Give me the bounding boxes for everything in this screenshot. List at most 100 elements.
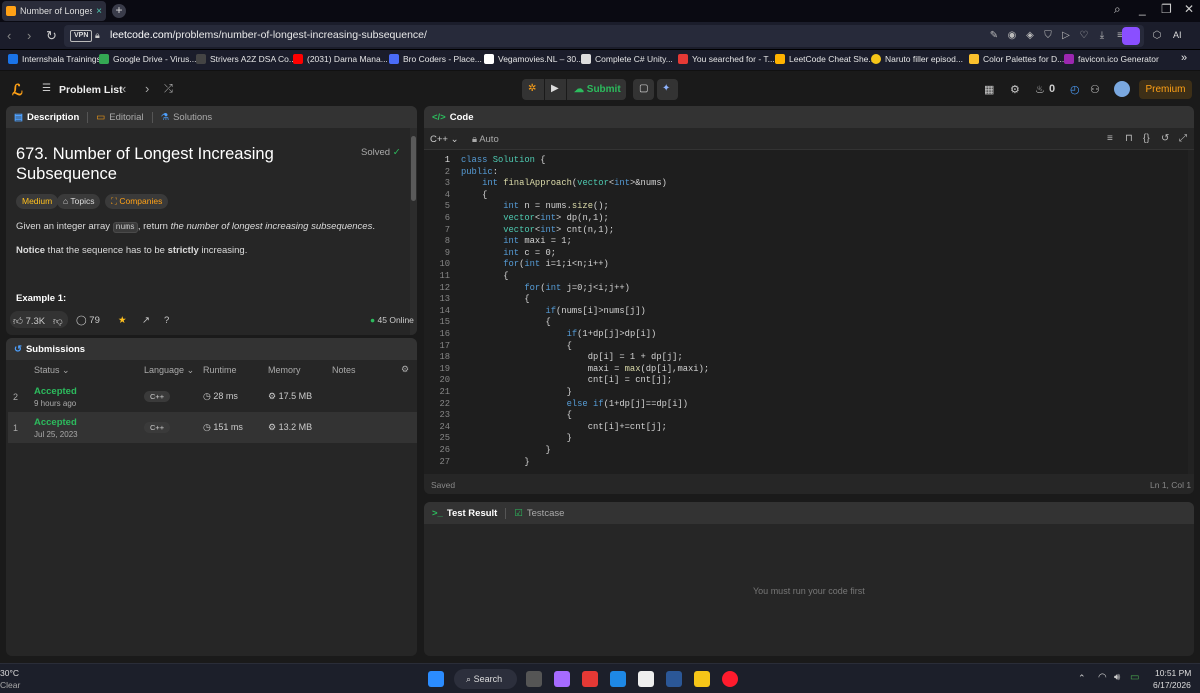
submit-button[interactable]: ☁ Submit <box>567 79 626 100</box>
code-line[interactable]: 2 public: <box>0 167 1190 179</box>
code-line[interactable]: 20 cnt[i] = cnt[j]; <box>0 375 1190 387</box>
bookmark-item[interactable]: Strivers A2Z DSA Co... <box>196 54 296 64</box>
file-explorer-icon[interactable] <box>694 671 710 687</box>
code-line[interactable]: 14 if(nums[i]>nums[j]) <box>0 306 1190 318</box>
url-text[interactable]: leetcode.com/problems/number-of-longest-… <box>110 29 427 41</box>
opera-icon[interactable] <box>722 671 738 687</box>
cube-icon[interactable]: ⬡ <box>1151 30 1163 42</box>
code-line[interactable]: 1 class Solution { <box>0 155 1190 167</box>
premium-button[interactable]: Premium <box>1139 80 1192 99</box>
code-line[interactable]: 25 } <box>0 433 1190 445</box>
layout-icon[interactable]: ▦ <box>984 83 994 96</box>
download-icon[interactable]: ⤓ <box>1096 30 1108 42</box>
volume-icon[interactable]: 🔊︎ <box>1114 672 1120 683</box>
code-line[interactable]: 10 for(int i=1;i<n;i++) <box>0 259 1190 271</box>
code-line[interactable]: 21 } <box>0 387 1190 399</box>
prev-problem-icon[interactable]: ‹ <box>122 81 126 96</box>
avatar[interactable] <box>1114 81 1130 97</box>
tab-testcase[interactable]: ☑ Testcase <box>506 502 572 524</box>
new-tab-button[interactable]: + <box>112 4 126 18</box>
forward-icon[interactable]: › <box>27 28 31 43</box>
bookmark-item[interactable]: Color Palettes for D... <box>969 54 1064 64</box>
restore-icon[interactable]: ❐ <box>1161 2 1172 16</box>
url-field[interactable]: VPN 🔒︎ leetcode.com/problems/number-of-l… <box>64 25 1144 47</box>
code-line[interactable]: 22 else if(1+dp[j]==dp[i]) <box>0 399 1190 411</box>
tab-editorial[interactable]: ▭ Editorial <box>88 106 151 128</box>
bookmark-item[interactable]: Google Drive - Virus... <box>99 54 196 64</box>
code-line[interactable]: 9 int c = 0; <box>0 248 1190 260</box>
app-icon[interactable] <box>582 671 598 687</box>
reload-icon[interactable]: ↻ <box>46 28 57 44</box>
language-select[interactable]: C++ ⌄ <box>430 134 459 145</box>
lock-icon[interactable]: 🔒︎ <box>95 30 100 41</box>
settings-icon[interactable]: ⚙ <box>1010 83 1020 96</box>
code-line[interactable]: 18 dp[i] = 1 + dp[j]; <box>0 352 1190 364</box>
weather-temp[interactable]: 30°C <box>0 668 19 678</box>
task-view-icon[interactable] <box>526 671 542 687</box>
bookmark-item[interactable]: Vegamovies.NL – 30... <box>484 54 583 64</box>
code-line[interactable]: 24 cnt[i]+=cnt[j]; <box>0 422 1190 434</box>
word-icon[interactable] <box>666 671 682 687</box>
tab-test-result[interactable]: >_ Test Result <box>424 502 505 524</box>
tab-solutions[interactable]: ⚗ Solutions <box>153 106 221 128</box>
code-line[interactable]: 11 { <box>0 271 1190 283</box>
reset-icon[interactable]: ↺ <box>1161 133 1169 144</box>
close-window-icon[interactable]: ✕ <box>1184 2 1194 16</box>
windows-start-icon[interactable] <box>428 671 444 687</box>
code-line[interactable]: 7 vector<int> cnt(n,1); <box>0 225 1190 237</box>
code-line[interactable]: 15 { <box>0 317 1190 329</box>
code-line[interactable]: 5 int n = nums.size(); <box>0 201 1190 213</box>
code-line[interactable]: 8 int maxi = 1; <box>0 236 1190 248</box>
bookmark-item[interactable]: LeetCode Cheat She... <box>775 54 875 64</box>
auto-mode[interactable]: 🔒︎ Auto <box>472 134 499 145</box>
bookmark-item[interactable]: Internshala Trainings <box>8 54 101 64</box>
taskbar-search[interactable]: ⌕ Search <box>454 669 517 689</box>
store-icon[interactable] <box>638 671 654 687</box>
code-line[interactable]: 23 { <box>0 410 1190 422</box>
shuffle-icon[interactable]: ⤮ <box>164 83 173 96</box>
code-editor[interactable]: 1 class Solution {2 public: 3 int finalAppr… <box>0 155 1190 475</box>
code-line[interactable]: 17 { <box>0 341 1190 353</box>
fire-icon[interactable]: ♨ <box>1035 83 1045 96</box>
tab-code[interactable]: </> Code <box>424 106 482 128</box>
ai-button[interactable]: AI <box>1173 30 1182 40</box>
clock-time[interactable]: 10:51 PM <box>1155 668 1191 678</box>
bookmark-item[interactable]: (2031) Darna Mana... <box>293 54 388 64</box>
code-line[interactable]: 19 maxi = max(dp[i],maxi); <box>0 364 1190 376</box>
play-icon[interactable]: ▷ <box>1060 30 1072 42</box>
camera-icon[interactable]: ◉ <box>1006 30 1018 42</box>
notes-button[interactable]: ▢ <box>633 79 654 100</box>
expand-icon[interactable]: ⤢ <box>1179 133 1187 144</box>
bookmark-item[interactable]: You searched for - T... <box>678 54 775 64</box>
code-line[interactable]: 12 for(int j=0;j<i;j++) <box>0 283 1190 295</box>
back-icon[interactable]: ‹ <box>7 28 11 43</box>
code-line[interactable]: 13 { <box>0 294 1190 306</box>
next-problem-icon[interactable]: › <box>145 81 149 96</box>
ai-assist-button[interactable]: ✦ <box>657 79 678 100</box>
add-user-icon[interactable]: ⚇ <box>1090 83 1100 96</box>
copilot-icon[interactable] <box>554 671 570 687</box>
browser-tab-active[interactable]: Number of Longest In × <box>2 1 106 21</box>
vpn-badge[interactable]: VPN <box>70 30 93 42</box>
close-tab-icon[interactable]: × <box>92 6 106 17</box>
profile-icon[interactable] <box>1122 27 1140 45</box>
tab-description[interactable]: ▤ Description <box>6 106 87 128</box>
bookmark-icon[interactable]: ⊓ <box>1125 133 1133 144</box>
code-line[interactable]: 16 if(1+dp[j]>dp[i]) <box>0 329 1190 341</box>
timer-icon[interactable]: ◴ <box>1070 83 1080 96</box>
bookmark-item[interactable]: Complete C# Unity... <box>581 54 673 64</box>
edit-icon[interactable]: ✎ <box>988 30 1000 42</box>
code-line[interactable]: 26 } <box>0 445 1190 457</box>
bookmark-item[interactable]: favicon.ico Generator <box>1064 54 1159 64</box>
chevron-up-icon[interactable]: ⌃ <box>1078 673 1086 684</box>
code-line[interactable]: 3 int finalApproach(vector<int>&nums) <box>0 178 1190 190</box>
outlook-icon[interactable] <box>610 671 626 687</box>
wifi-icon[interactable]: ◠ <box>1098 672 1107 683</box>
code-line[interactable]: 6 vector<int> dp(n,1); <box>0 213 1190 225</box>
code-line[interactable]: 4 { <box>0 190 1190 202</box>
run-button[interactable]: ▶ <box>545 79 566 100</box>
bookmark-item[interactable]: Bro Coders - Place... <box>389 54 482 64</box>
debug-button[interactable]: ✲ <box>522 79 544 100</box>
heart-icon[interactable]: ♡ <box>1078 30 1090 42</box>
clock-date[interactable]: 6/17/2026 <box>1153 680 1191 690</box>
